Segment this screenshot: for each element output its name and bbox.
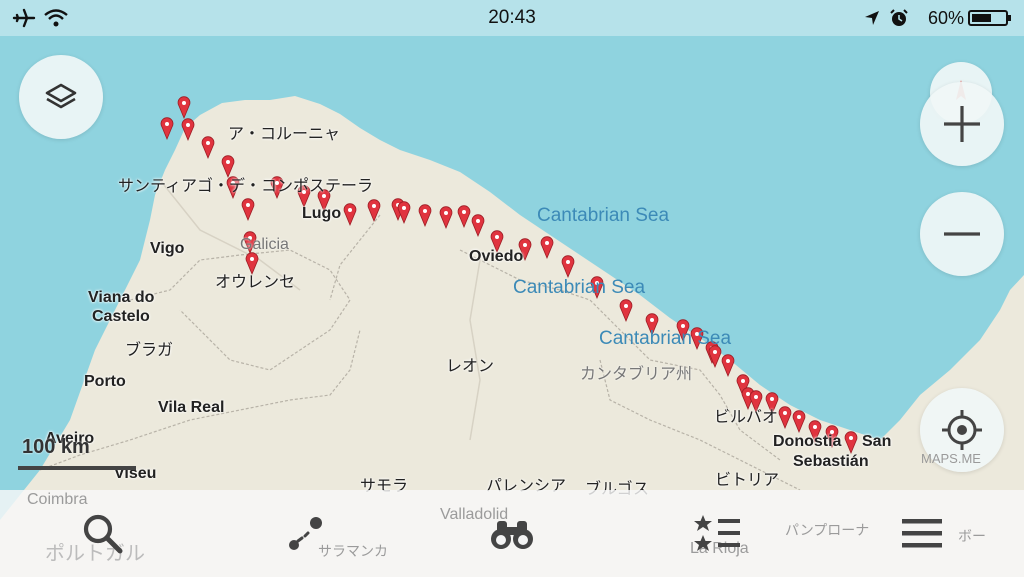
discover-button[interactable] (482, 508, 542, 558)
city-label-donostia-1: Donostia (773, 433, 842, 450)
search-button[interactable] (72, 508, 132, 558)
city-label-donostia-2: Sebastián (793, 453, 869, 470)
city-label-bo: ボー (958, 528, 986, 544)
map-scale-bar (18, 466, 136, 470)
my-location-icon (942, 410, 982, 450)
battery-percent: 60% (927, 8, 964, 28)
sea-label-3: Cantabrian Sea (599, 328, 732, 349)
bookmarks-icon (694, 515, 740, 551)
sea-label-1: Cantabrian Sea (537, 205, 670, 226)
menu-icon (902, 519, 942, 548)
city-label-coimbra: Coimbra (27, 491, 88, 508)
city-label-bilbao: ビルバオ (714, 409, 779, 426)
city-label-vigo: Vigo (150, 240, 185, 257)
zoom-out-button[interactable] (920, 192, 1004, 276)
battery-fill (972, 14, 991, 22)
alarm-icon (890, 9, 908, 26)
battery-icon (968, 10, 1011, 26)
layers-icon (45, 83, 77, 109)
city-label-viana-1: Viana do (88, 289, 155, 306)
city-label-braga: ブラガ (125, 342, 174, 359)
route-icon (289, 517, 322, 550)
bookmarks-button[interactable] (688, 508, 748, 558)
layers-button[interactable] (19, 55, 103, 139)
city-label-oviedo: Oviedo (469, 248, 524, 265)
menu-button[interactable] (892, 508, 952, 558)
city-label-a-coruna: ア・コルーニャ (228, 126, 341, 143)
status-bar: 20:43 60% (0, 0, 1024, 36)
city-label-porto: Porto (84, 373, 126, 390)
zoom-in-icon (944, 106, 980, 142)
city-label-santiago: サンティアゴ・デ・コンポステーラ (118, 178, 374, 195)
city-label-lugo: Lugo (302, 205, 342, 222)
city-label-viana-2: Castelo (92, 308, 150, 325)
region-label-cantabria: カンタブリア州 (580, 366, 693, 383)
route-button[interactable] (276, 508, 336, 558)
city-label-vitoria: ビトリア (715, 472, 780, 489)
map-scale-label: 100 km (22, 436, 90, 458)
zoom-in-button[interactable] (920, 82, 1004, 166)
maps-me-watermark: MAPS.ME (921, 451, 981, 466)
zoom-out-icon (944, 232, 980, 236)
city-label-ourense: オウレンセ (215, 274, 296, 291)
location-arrow-icon (865, 11, 879, 25)
city-label-pamplona: パンプローナ (785, 522, 870, 538)
city-label-san: San (862, 433, 892, 450)
search-icon (83, 514, 123, 554)
city-label-leon: レオン (446, 358, 495, 375)
region-label-galicia: Galicia (240, 236, 289, 253)
sea-label-2: Cantabrian Sea (513, 277, 646, 298)
discover-icon (491, 521, 533, 549)
city-label-vila-real: Vila Real (158, 399, 225, 416)
